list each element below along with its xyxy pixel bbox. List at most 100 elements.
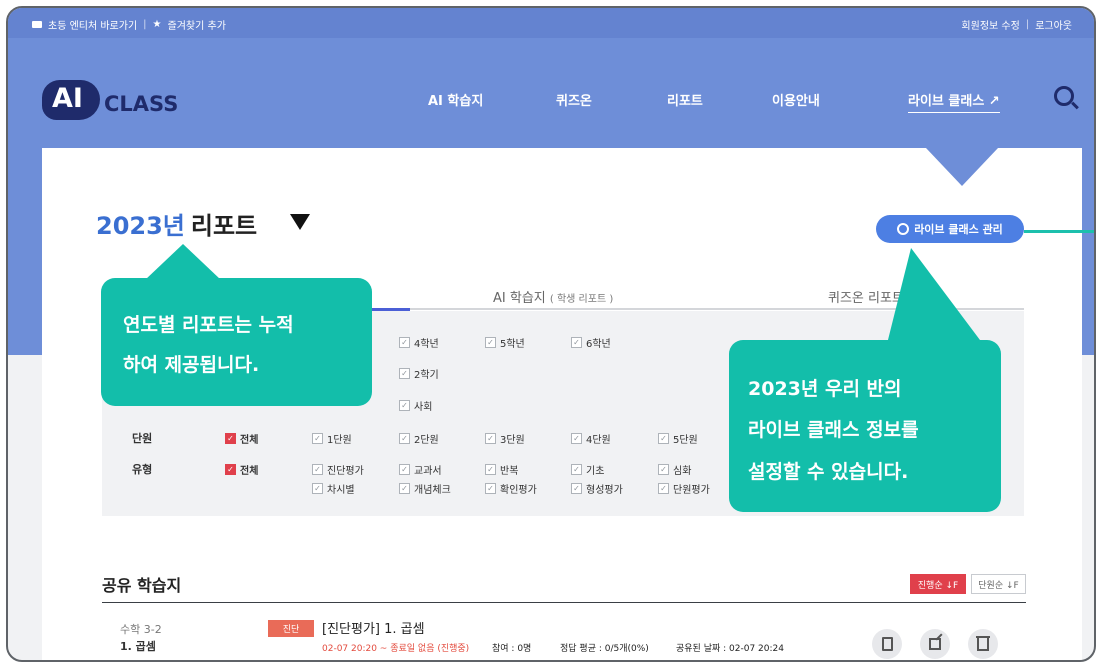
check-icon: ✓ — [485, 464, 496, 475]
check-icon: ✓ — [399, 433, 410, 444]
worksheet-type-badge: 진단 — [268, 620, 314, 637]
ai-class-logo[interactable]: AI CLASS — [42, 76, 202, 126]
worksheet-subject: 수학 3-2 — [120, 623, 162, 636]
gear-icon — [897, 223, 910, 235]
sort-progress-button[interactable]: 진행순 ↓F — [910, 574, 966, 594]
filter-unit-1[interactable]: ✓ 1단원 — [312, 431, 352, 446]
filter-type-diagnostic[interactable]: ✓ 진단평가 — [312, 462, 364, 477]
filter-unit-2[interactable]: ✓ 2단원 — [399, 431, 439, 446]
filter-semester-2[interactable]: ✓ 2학기 — [399, 366, 439, 381]
filter-type-formative[interactable]: ✓ 형성평가 — [571, 481, 623, 496]
separator: | — [1025, 19, 1030, 30]
filter-type-advanced[interactable]: ✓ 심화 — [658, 462, 691, 477]
worksheet-list-button[interactable] — [872, 629, 902, 659]
trash-icon — [976, 635, 990, 651]
nav-report[interactable]: 리포트 — [667, 90, 703, 109]
year-report-callout-line2: 하여 제공됩니다. — [123, 354, 260, 376]
live-class-manage-button[interactable]: 라이브 클래스 관리 — [876, 215, 1024, 243]
worksheet-unit: 1. 곱셈 — [120, 640, 156, 653]
filter-grade-5[interactable]: ✓ 5학년 — [485, 335, 525, 350]
filter-type-repeat[interactable]: ✓ 반복 — [485, 462, 518, 477]
live-class-manage-label: 라이브 클래스 관리 — [914, 223, 1003, 236]
check-icon: ✓ — [658, 433, 669, 444]
table-divider — [102, 602, 1026, 603]
check-icon: ✓ — [571, 464, 582, 475]
logout-link[interactable]: 로그아웃 — [1035, 17, 1072, 32]
report-year: 2023년 — [96, 211, 185, 240]
report-year-title[interactable]: 2023년 리포트 — [72, 200, 278, 246]
sort-unit-button[interactable]: 단원순 ↓F — [971, 574, 1026, 594]
worksheet-shared-date: 공유된 날짜 : 02-07 20:24 — [676, 644, 784, 654]
check-icon: ✓ — [485, 483, 496, 494]
check-icon: ✓ — [312, 433, 323, 444]
callout-connector — [1024, 230, 1094, 233]
app-frame: 초등 엔티처 바로가기 | ★ 즐겨찾기 추가 회원정보 수정 | 로그아웃 A… — [6, 6, 1096, 662]
filter-type-textbook[interactable]: ✓ 교과서 — [399, 462, 442, 477]
list-icon — [881, 637, 893, 651]
check-icon: ✓ — [225, 464, 236, 475]
live-class-callout: 2023년 우리 반의 라이브 클래스 정보를 설정할 수 있습니다. — [729, 340, 1001, 512]
live-class-callout-line3: 설정할 수 있습니다. — [748, 461, 909, 483]
filter-type-lesson[interactable]: ✓ 차시별 — [312, 481, 355, 496]
filter-subject-social[interactable]: ✓ 사회 — [399, 398, 432, 413]
worksheet-title[interactable]: [진단평가] 1. 곱셈 — [322, 618, 425, 637]
menu-pointer — [926, 148, 998, 186]
check-icon: ✓ — [399, 483, 410, 494]
year-report-callout: 연도별 리포트는 누적 하여 제공됩니다. — [101, 244, 372, 406]
top-utility-bar: 초등 엔티처 바로가기 | ★ 즐겨찾기 추가 회원정보 수정 | 로그아웃 — [8, 8, 1094, 38]
search-icon[interactable] — [1054, 86, 1074, 106]
worksheet-participants: 참여 : 0명 — [492, 644, 532, 654]
live-class-callout-line1: 2023년 우리 반의 — [748, 378, 902, 400]
check-icon: ✓ — [485, 337, 496, 348]
edit-icon — [929, 638, 941, 650]
tab-ai-worksheet[interactable]: AI 학습지 ( 학생 리포트 ) — [493, 287, 613, 306]
separator: | — [143, 19, 147, 30]
year-dropdown-icon[interactable] — [290, 214, 310, 230]
check-icon: ✓ — [485, 433, 496, 444]
nav-live-class[interactable]: 라이브 클래스 ↗ — [908, 90, 1000, 113]
report-title: 리포트 — [190, 211, 258, 240]
shortcut-link[interactable]: 초등 엔티처 바로가기 — [48, 17, 137, 32]
types-label: 유형 — [132, 463, 153, 476]
check-icon: ✓ — [312, 483, 323, 494]
filter-type-concept-check[interactable]: ✓ 개념체크 — [399, 481, 451, 496]
year-report-callout-line1: 연도별 리포트는 누적 — [123, 314, 294, 336]
nav-ai-worksheet[interactable]: AI 학습지 — [428, 90, 483, 109]
check-icon: ✓ — [399, 337, 410, 348]
filter-type-basic[interactable]: ✓ 기초 — [571, 462, 604, 477]
check-icon: ✓ — [225, 433, 236, 444]
units-label: 단원 — [132, 432, 153, 445]
bookmark-link[interactable]: 즐겨찾기 추가 — [168, 17, 226, 32]
book-icon — [32, 21, 42, 28]
tab-ai-worksheet-label: AI 학습지 — [493, 291, 546, 306]
check-icon: ✓ — [399, 368, 410, 379]
check-icon: ✓ — [399, 464, 410, 475]
filter-grade-4[interactable]: ✓ 4학년 — [399, 335, 439, 350]
star-icon: ★ — [152, 19, 162, 30]
logo-ai-text: AI — [52, 83, 83, 114]
check-icon: ✓ — [571, 337, 582, 348]
nav-guide[interactable]: 이용안내 — [772, 90, 820, 109]
logo-class-text: CLASS — [104, 92, 179, 116]
check-icon: ✓ — [312, 464, 323, 475]
nav-quizon[interactable]: 퀴즈온 — [556, 90, 592, 109]
profile-edit-link[interactable]: 회원정보 수정 — [961, 17, 1019, 32]
check-icon: ✓ — [571, 433, 582, 444]
check-icon: ✓ — [658, 464, 669, 475]
worksheet-delete-button[interactable] — [968, 629, 998, 659]
tab-ai-worksheet-sub: ( 학생 리포트 ) — [549, 294, 614, 305]
filter-units-all[interactable]: ✓ 전체 — [225, 431, 258, 446]
filter-unit-5[interactable]: ✓ 5단원 — [658, 431, 698, 446]
top-left-links: 초등 엔티처 바로가기 | ★ 즐겨찾기 추가 — [32, 17, 226, 32]
check-icon: ✓ — [399, 400, 410, 411]
check-icon: ✓ — [658, 483, 669, 494]
filter-type-confirm[interactable]: ✓ 확인평가 — [485, 481, 537, 496]
filter-grade-6[interactable]: ✓ 6학년 — [571, 335, 611, 350]
worksheet-edit-button[interactable] — [920, 629, 950, 659]
filter-unit-4[interactable]: ✓ 4단원 — [571, 431, 611, 446]
filter-unit-3[interactable]: ✓ 3단원 — [485, 431, 525, 446]
worksheet-average-score: 정답 평균 : 0/5개(0%) — [560, 644, 649, 654]
filter-type-unit-test[interactable]: ✓ 단원평가 — [658, 481, 710, 496]
filter-types-all[interactable]: ✓ 전체 — [225, 462, 258, 477]
worksheet-date: 02-07 20:20 ~ 종료일 없음 (진행중) — [322, 644, 470, 654]
